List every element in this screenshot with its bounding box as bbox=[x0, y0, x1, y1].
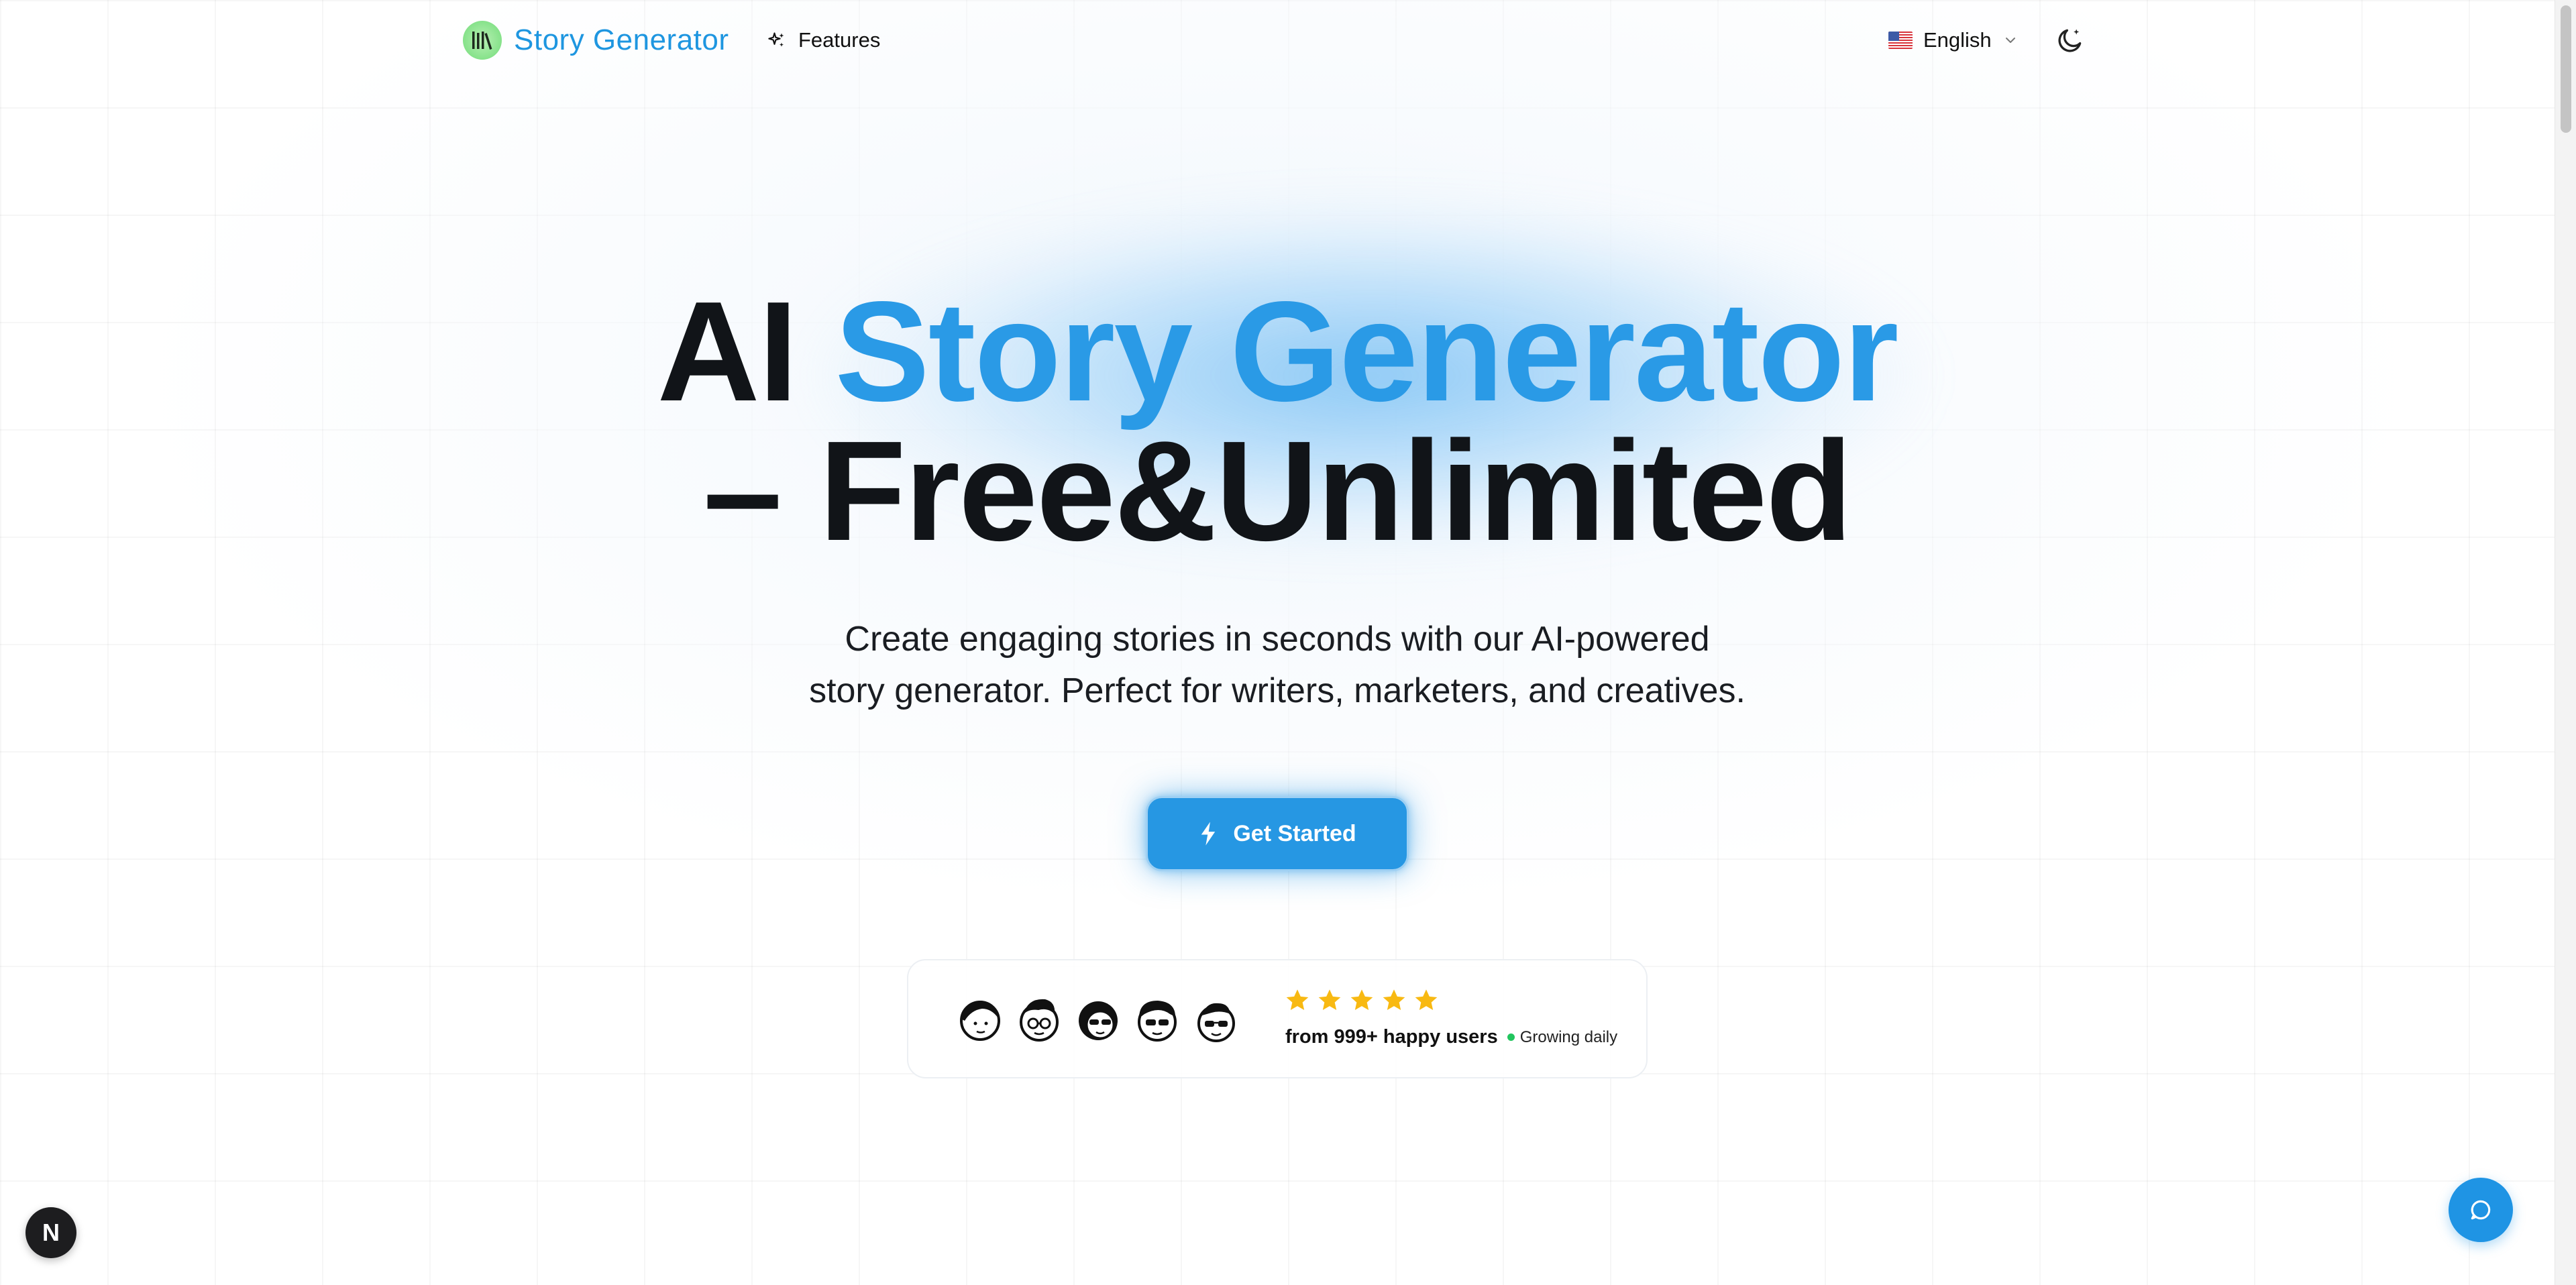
hero-subtitle-line2: story generator. Perfect for writers, ma… bbox=[809, 671, 1746, 710]
growing-text: Growing daily bbox=[1519, 1027, 1618, 1046]
avatar bbox=[1020, 999, 1059, 1042]
user-avatars bbox=[955, 994, 1241, 1045]
hero-title-part1: AI bbox=[657, 272, 835, 431]
star-icon bbox=[1318, 989, 1341, 1010]
site-header: Story Generator Features English bbox=[0, 0, 2555, 80]
nav-features-label: Features bbox=[798, 28, 881, 52]
chat-bubble-icon bbox=[2471, 1200, 2491, 1220]
growing-status: Growing daily bbox=[1507, 1028, 1617, 1047]
star-icon bbox=[1350, 989, 1373, 1010]
hero-title-line2: – Free&Unlimited bbox=[703, 411, 1853, 570]
star-icon bbox=[1383, 989, 1405, 1010]
dev-tools-badge[interactable]: N bbox=[25, 1207, 76, 1258]
language-selector[interactable]: English bbox=[1888, 24, 2019, 56]
chevron-down-icon bbox=[2005, 38, 2015, 43]
social-proof-card: from 999+ happy users Growing daily bbox=[907, 959, 1648, 1078]
get-started-label: Get Started bbox=[1233, 820, 1356, 846]
avatar bbox=[960, 1001, 1000, 1041]
chat-button[interactable] bbox=[2449, 1178, 2513, 1242]
avatar bbox=[1138, 1001, 1177, 1042]
brand-name: Story Generator bbox=[514, 23, 729, 56]
theme-toggle-button[interactable] bbox=[2053, 23, 2088, 58]
happy-users-text: from 999+ happy users bbox=[1285, 1026, 1498, 1048]
nav-features-link[interactable]: Features bbox=[767, 24, 880, 56]
users-summary: from 999+ happy users Growing daily bbox=[1285, 1026, 1617, 1048]
us-flag-icon bbox=[1888, 32, 1913, 49]
star-icon bbox=[1286, 989, 1309, 1010]
page-scrollbar[interactable] bbox=[2555, 0, 2576, 1285]
get-started-button[interactable]: Get Started bbox=[1146, 796, 1409, 871]
star-icon bbox=[1415, 989, 1438, 1010]
books-icon bbox=[463, 21, 502, 60]
scrollbar-thumb[interactable] bbox=[2561, 5, 2571, 133]
language-label: English bbox=[1923, 28, 1992, 52]
hero-subtitle: Create engaging stories in seconds with … bbox=[0, 614, 2555, 717]
lightning-icon bbox=[1201, 822, 1216, 846]
brand-logo-link[interactable]: Story Generator bbox=[463, 19, 729, 62]
hero-title-accent: Story Generator bbox=[835, 272, 1898, 431]
hero-title: AI Story Generator – Free&Unlimited bbox=[0, 280, 2555, 570]
sparkles-icon bbox=[768, 32, 784, 47]
rating-stars bbox=[1284, 987, 1440, 1014]
dev-badge-letter: N bbox=[42, 1219, 60, 1246]
status-dot-icon bbox=[1507, 1033, 1515, 1041]
hero-subtitle-line1: Create engaging stories in seconds with … bbox=[845, 620, 1710, 659]
avatar bbox=[1079, 1001, 1118, 1040]
moon-star-icon bbox=[2058, 29, 2082, 52]
avatar bbox=[1197, 1003, 1235, 1042]
